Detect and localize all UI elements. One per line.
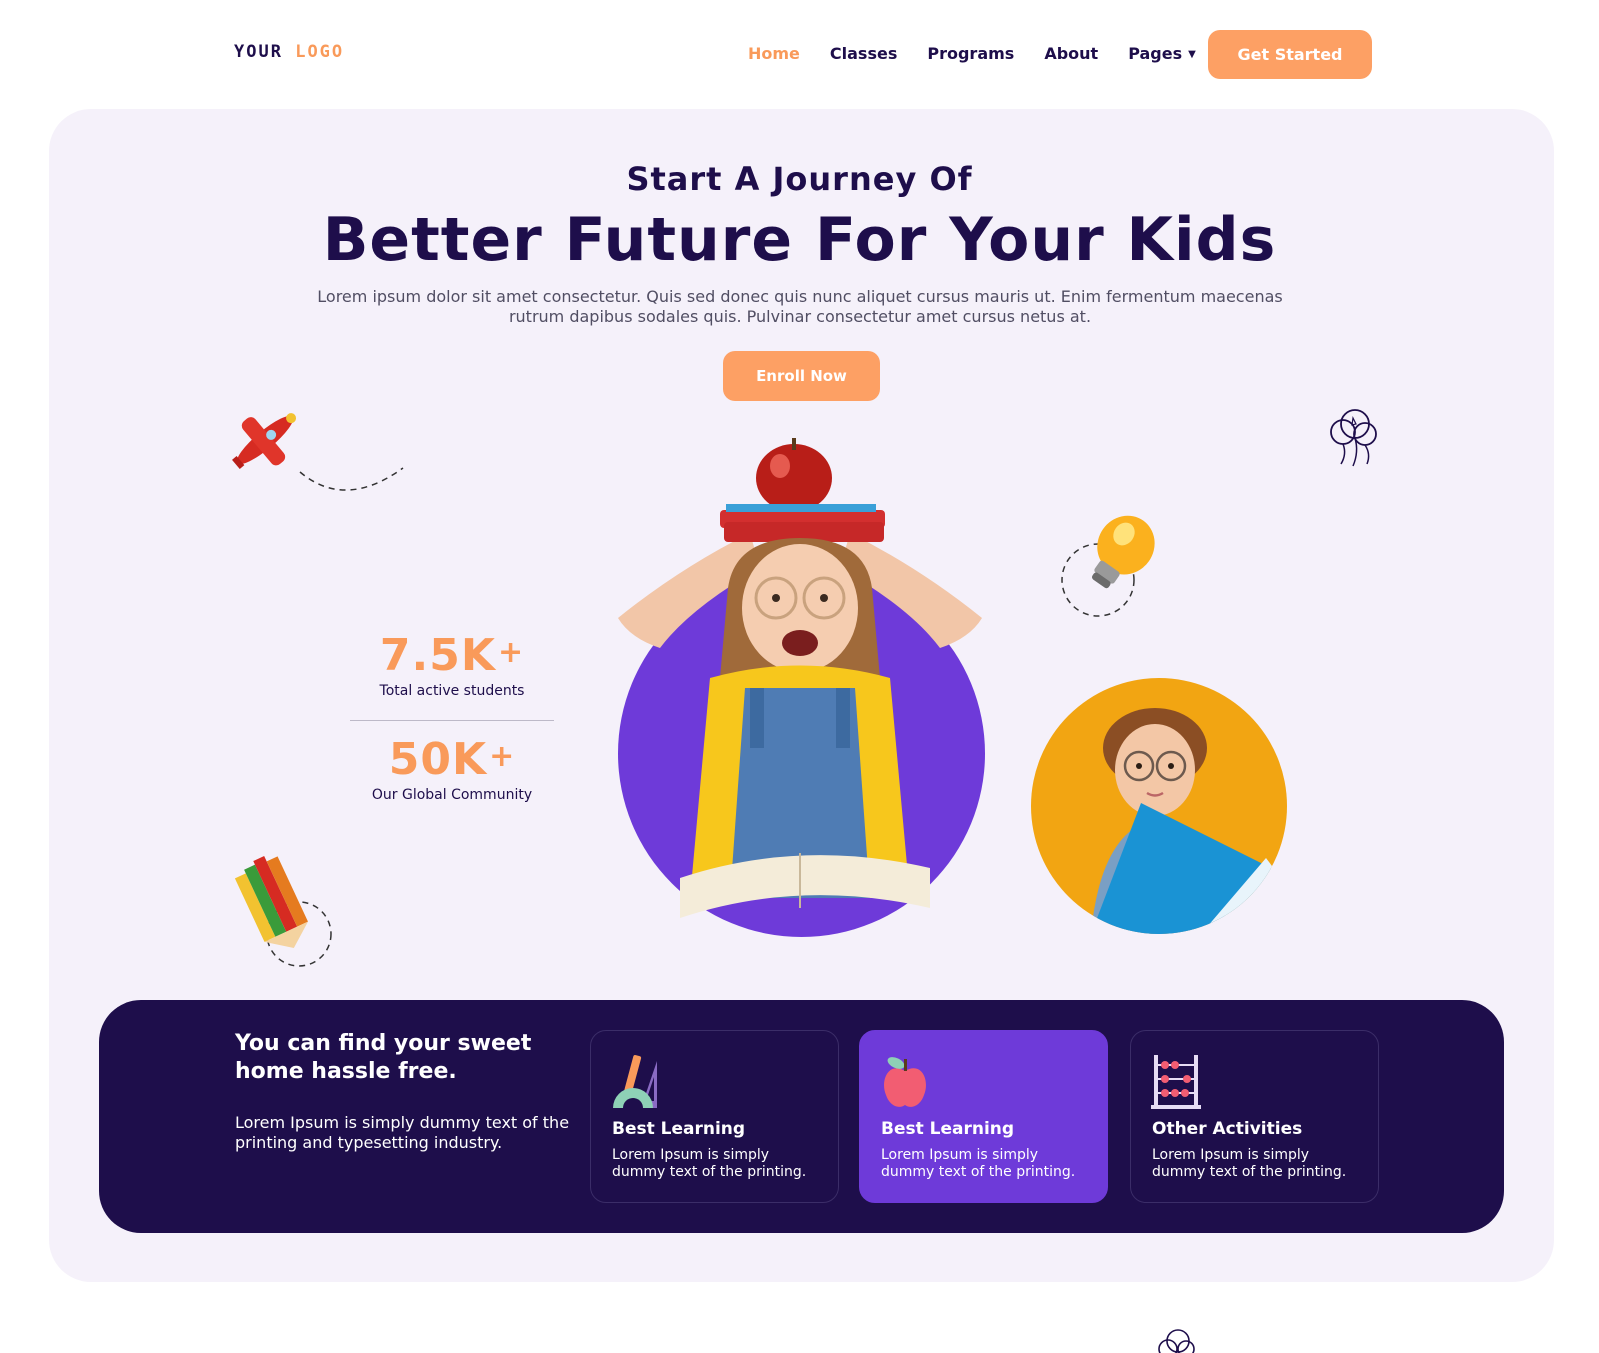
hero-subtext: Lorem ipsum dolor sit amet consectetur. … [317, 287, 1283, 326]
feature-card-best-learning-1[interactable]: Best Learning Lorem Ipsum is simply dumm… [590, 1030, 839, 1203]
stat-number: 50K [388, 734, 488, 785]
nav-item-home[interactable]: Home [748, 44, 800, 63]
abacus-icon [1151, 1055, 1201, 1109]
features-text: Lorem Ipsum is simply dummy text of the … [235, 1113, 570, 1152]
feature-card-text: Lorem Ipsum is simply dummy text of the … [881, 1147, 1076, 1180]
feature-card-text: Lorem Ipsum is simply dummy text of the … [612, 1147, 807, 1180]
stat-active-students: 7.5K+ Total active students [350, 630, 554, 699]
nav-item-programs[interactable]: Programs [927, 44, 1014, 63]
nav-item-pages-label: Pages [1128, 44, 1183, 63]
stat-suffix: + [497, 635, 525, 670]
feature-card-text: Lorem Ipsum is simply dummy text of the … [1152, 1147, 1347, 1180]
stat-global-community: 50K+ Our Global Community [350, 734, 554, 803]
logo-text-accent: LOGO [295, 42, 345, 62]
stat-label: Our Global Community [371, 787, 533, 803]
logo-text-primary: YOUR [234, 42, 283, 62]
stat-label: Total active students [379, 683, 525, 699]
feature-card-other-activities[interactable]: Other Activities Lorem Ipsum is simply d… [1130, 1030, 1379, 1203]
stat-suffix: + [489, 739, 516, 774]
hero-eyebrow: Start A Journey Of [626, 160, 973, 198]
logo[interactable]: YOUR LOGO [234, 42, 344, 62]
nav-item-classes[interactable]: Classes [830, 44, 897, 63]
features-title: You can find your sweet home hassle free… [235, 1031, 532, 1084]
nav-item-about[interactable]: About [1044, 44, 1098, 63]
balloons-icon [1158, 1329, 1195, 1353]
geometry-tools-icon [613, 1055, 657, 1108]
balloons-icon [1330, 409, 1377, 467]
colored-pencils-icon [234, 855, 332, 967]
boy-with-book-image [1091, 708, 1281, 934]
stat-divider [350, 720, 554, 721]
feature-card-title: Best Learning [881, 1119, 1015, 1139]
light-bulb-icon [1061, 515, 1155, 617]
main-nav: Home Classes Programs About Pages ▼ [748, 44, 1226, 63]
get-started-button[interactable]: Get Started [1208, 30, 1372, 79]
feature-card-title: Best Learning [612, 1119, 746, 1139]
feature-card-title: Other Activities [1152, 1119, 1303, 1139]
toy-airplane-icon [232, 413, 404, 491]
landing-page: YOUR LOGO Home Classes Programs About Pa… [0, 0, 1599, 1353]
chevron-down-icon: ▼ [1188, 49, 1196, 60]
stat-value: 50K+ [350, 734, 554, 785]
nav-item-pages[interactable]: Pages ▼ [1128, 44, 1196, 63]
stat-value: 7.5K+ [350, 630, 554, 681]
apple-icon [884, 1057, 926, 1107]
enroll-now-button[interactable]: Enroll Now [723, 351, 880, 401]
stat-number: 7.5K [379, 630, 496, 681]
hero-headline: Better Future For Your Kids [322, 205, 1277, 275]
girl-with-books-image [618, 438, 982, 918]
boy-image-circle [1031, 678, 1287, 934]
feature-card-best-learning-2[interactable]: Best Learning Lorem Ipsum is simply dumm… [859, 1030, 1108, 1203]
